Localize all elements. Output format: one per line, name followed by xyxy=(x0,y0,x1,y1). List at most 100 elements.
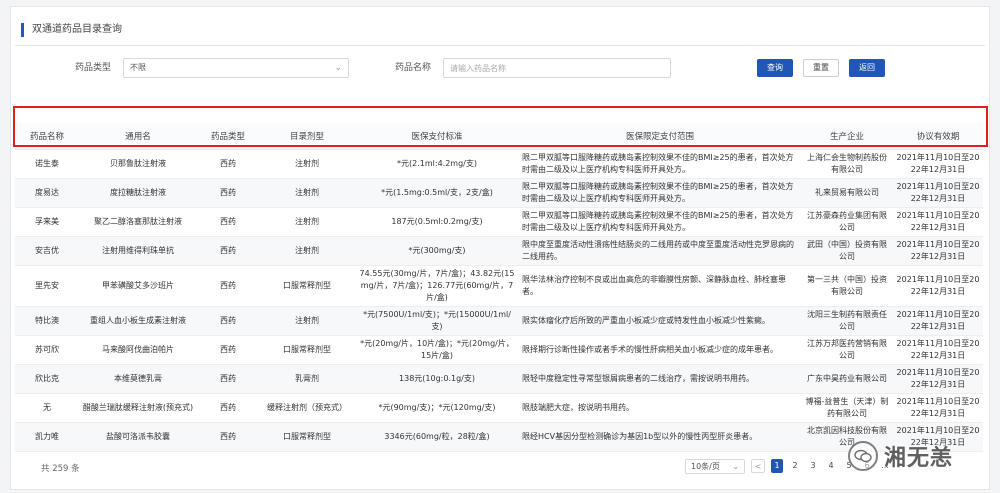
drug-type-cell: 西药 xyxy=(197,265,259,307)
generic-name-cell: 甲苯磺酸艾多沙班片 xyxy=(79,265,197,307)
table-row: 无醋酸兰瑞肽缓释注射液(预充式) 西药 缓释注射剂（预充式） *元(90mg/支)；*… xyxy=(15,393,983,423)
page-button[interactable]: 4 xyxy=(825,459,837,473)
chevron-down-icon: ⌄ xyxy=(732,461,739,471)
page-size-select[interactable]: 10条/页 ⌄ xyxy=(685,458,745,474)
table-row: 特比澳 重组人血小板生成素注射液 西药 注射剂 *元(7500U/1ml/支)；*元(1… xyxy=(15,306,983,336)
col-header-payment-standard: 医保支付标准 xyxy=(355,123,519,150)
table-row: 欣比克 本维莫德乳膏 西药 乳膏剂 138元(10g:0.1g/支) 限轻中度稳定性寻常型… xyxy=(15,364,983,394)
drug-type-cell: 西药 xyxy=(197,178,259,208)
col-header-payment-scope: 医保限定支付范围 xyxy=(519,123,801,150)
drug-name-cell: 孚来美 xyxy=(15,207,79,237)
dosage-form-cell: 注射剂 xyxy=(259,149,355,179)
payment-scope-cell: 限二甲双胍等口服降糖药或胰岛素控制效果不佳的BMI≥25的患者，首次处方时需由二… xyxy=(519,207,801,237)
generic-name-cell: 醋酸兰瑞肽缓释注射液(预充式) xyxy=(79,393,197,423)
generic-name-cell: 聚乙二醇洛塞那肽注射液 xyxy=(79,207,197,237)
col-header-dosage-form: 目录剂型 xyxy=(259,123,355,150)
drug-name-cell: 安吉优 xyxy=(15,236,79,266)
reset-button[interactable]: 重置 xyxy=(803,59,839,77)
validity-cell: 2021年11月10日至2022年12月31日 xyxy=(893,335,983,365)
drug-name-cell: 凯力唯 xyxy=(15,422,79,452)
generic-name-cell: 注射用维得利珠单抗 xyxy=(79,236,197,266)
validity-cell: 2021年11月10日至2022年12月31日 xyxy=(893,306,983,336)
drug-name-label: 药品名称 xyxy=(395,63,432,73)
payment-scope-cell: 限华法林治疗控制不良或出血高危的非瓣膜性房颤、深静脉血栓、肺栓塞患者。 xyxy=(519,265,801,307)
table-header-row: 药品名称 通用名 药品类型 目录剂型 医保支付标准 医保限定支付范围 生产企业 … xyxy=(15,123,983,150)
dosage-form-cell: 口服常释剂型 xyxy=(259,422,355,452)
payment-scope-cell: 限实体瘤化疗后所致的严重血小板减少症或特发性血小板减少性紫癜。 xyxy=(519,306,801,336)
manufacturer-cell: 上海仁会生物制药股份有限公司 xyxy=(801,149,893,179)
drug-type-value: 不限 xyxy=(130,63,146,72)
validity-cell: 2021年11月10日至2022年12月31日 xyxy=(893,364,983,394)
validity-cell: 2021年11月10日至2022年12月31日 xyxy=(893,207,983,237)
page-button[interactable]: 2 xyxy=(789,459,801,473)
dosage-form-cell: 口服常释剂型 xyxy=(259,335,355,365)
search-button[interactable]: 查询 xyxy=(757,59,793,77)
page-button[interactable]: 1 xyxy=(771,459,783,473)
table-row: 孚来美 聚乙二醇洛塞那肽注射液 西药 注射剂 187元(0.5ml:0.2mg/支) 限二… xyxy=(15,207,983,237)
page-button[interactable]: 3 xyxy=(807,459,819,473)
payment-standard-cell: *元(1.5mg:0.5ml/支，2支/盒) xyxy=(355,178,519,208)
drug-name-cell: 度易达 xyxy=(15,178,79,208)
manufacturer-cell: 广东中昊药业有限公司 xyxy=(801,364,893,394)
dosage-form-cell: 缓释注射剂（预充式） xyxy=(259,393,355,423)
payment-scope-cell: 限经HCV基因分型检测确诊为基因1b型以外的慢性丙型肝炎患者。 xyxy=(519,422,801,452)
manufacturer-cell: 沈阳三生制药有限责任公司 xyxy=(801,306,893,336)
payment-standard-cell: *元(20mg/片，10片/盒)；*元(20mg/片，15片/盒) xyxy=(355,335,519,365)
payment-standard-cell: *元(300mg/支) xyxy=(355,236,519,266)
title-divider xyxy=(15,45,985,46)
watermark-text: 湘无恙 xyxy=(884,446,954,471)
validity-cell: 2021年11月10日至2022年12月31日 xyxy=(893,265,983,307)
generic-name-cell: 重组人血小板生成素注射液 xyxy=(79,306,197,336)
validity-cell: 2021年11月10日至2022年12月31日 xyxy=(893,149,983,179)
prev-page-button[interactable]: < xyxy=(751,459,765,473)
chevron-down-icon: ⌄ xyxy=(334,63,342,73)
drug-type-select[interactable]: 不限 ⌄ xyxy=(123,58,349,78)
col-header-manufacturer: 生产企业 xyxy=(801,123,893,150)
col-header-validity: 协议有效期 xyxy=(893,123,983,150)
table-row: 诺生泰 贝那鲁肽注射液 西药 注射剂 *元(2.1ml:4.2mg/支) 限二甲双胍等口服… xyxy=(15,149,983,179)
drug-type-cell: 西药 xyxy=(197,422,259,452)
drug-type-label: 药品类型 xyxy=(75,63,112,73)
drug-type-cell: 西药 xyxy=(197,393,259,423)
watermark: 湘无恙 xyxy=(848,434,978,478)
table-row: 苏可欣 马来酸阿伐曲泊帕片 西药 口服常释剂型 *元(20mg/片，10片/盒)；*元(… xyxy=(15,335,983,365)
payment-standard-cell: *元(7500U/1ml/支)；*元(15000U/1ml/支) xyxy=(355,306,519,336)
payment-scope-cell: 限二甲双胍等口服降糖药或胰岛素控制效果不佳的BMI≥25的患者，首次处方时需由二… xyxy=(519,149,801,179)
back-button[interactable]: 返回 xyxy=(849,59,885,77)
manufacturer-cell: 江苏万邦医药营销有限公司 xyxy=(801,335,893,365)
total-count: 共 259 条 xyxy=(41,464,80,474)
generic-name-cell: 马来酸阿伐曲泊帕片 xyxy=(79,335,197,365)
page-title: 双通道药品目录查询 xyxy=(21,23,122,37)
payment-standard-cell: *元(2.1ml:4.2mg/支) xyxy=(355,149,519,179)
validity-cell: 2021年11月10日至2022年12月31日 xyxy=(893,236,983,266)
table-row: 里先安 甲苯磺酸艾多沙班片 西药 口服常释剂型 74.55元(30mg/片，7片/盒)；… xyxy=(15,265,983,307)
dosage-form-cell: 口服常释剂型 xyxy=(259,265,355,307)
dosage-form-cell: 注射剂 xyxy=(259,207,355,237)
manufacturer-cell: 礼来贸易有限公司 xyxy=(801,178,893,208)
drug-name-cell: 诺生泰 xyxy=(15,149,79,179)
payment-standard-cell: 74.55元(30mg/片，7片/盒)；43.82元(15mg/片，7片/盒)；… xyxy=(355,265,519,307)
generic-name-cell: 盐酸可洛派韦胶囊 xyxy=(79,422,197,452)
drug-type-cell: 西药 xyxy=(197,236,259,266)
payment-scope-cell: 限择期行诊断性操作或者手术的慢性肝病相关血小板减少症的成年患者。 xyxy=(519,335,801,365)
drug-type-cell: 西药 xyxy=(197,306,259,336)
table-row: 安吉优 注射用维得利珠单抗 西药 注射剂 *元(300mg/支) 限中度至重度活动性溃疡性… xyxy=(15,236,983,266)
generic-name-cell: 度拉糖肽注射液 xyxy=(79,178,197,208)
payment-standard-cell: 138元(10g:0.1g/支) xyxy=(355,364,519,394)
table-row: 度易达 度拉糖肽注射液 西药 注射剂 *元(1.5mg:0.5ml/支，2支/盒) 限二甲… xyxy=(15,178,983,208)
col-header-drug-name: 药品名称 xyxy=(15,123,79,150)
drug-name-cell: 欣比克 xyxy=(15,364,79,394)
payment-scope-cell: 限中度至重度活动性溃疡性结肠炎的二线用药或中度至重度活动性克罗恩病的二线用药。 xyxy=(519,236,801,266)
payment-scope-cell: 限二甲双胍等口服降糖药或胰岛素控制效果不佳的BMI≥25的患者，首次处方时需由二… xyxy=(519,178,801,208)
payment-scope-cell: 限轻中度稳定性寻常型银屑病患者的二线治疗，需按说明书用药。 xyxy=(519,364,801,394)
chat-bubble-icon xyxy=(848,441,878,471)
drug-name-input[interactable] xyxy=(443,58,671,78)
drug-name-cell: 无 xyxy=(15,393,79,423)
validity-cell: 2021年11月10日至2022年12月31日 xyxy=(893,178,983,208)
dosage-form-cell: 注射剂 xyxy=(259,236,355,266)
drug-type-cell: 西药 xyxy=(197,364,259,394)
page-size-value: 10条/页 xyxy=(691,461,720,471)
drug-name-cell: 里先安 xyxy=(15,265,79,307)
payment-standard-cell: *元(90mg/支)；*元(120mg/支) xyxy=(355,393,519,423)
drug-type-cell: 西药 xyxy=(197,207,259,237)
